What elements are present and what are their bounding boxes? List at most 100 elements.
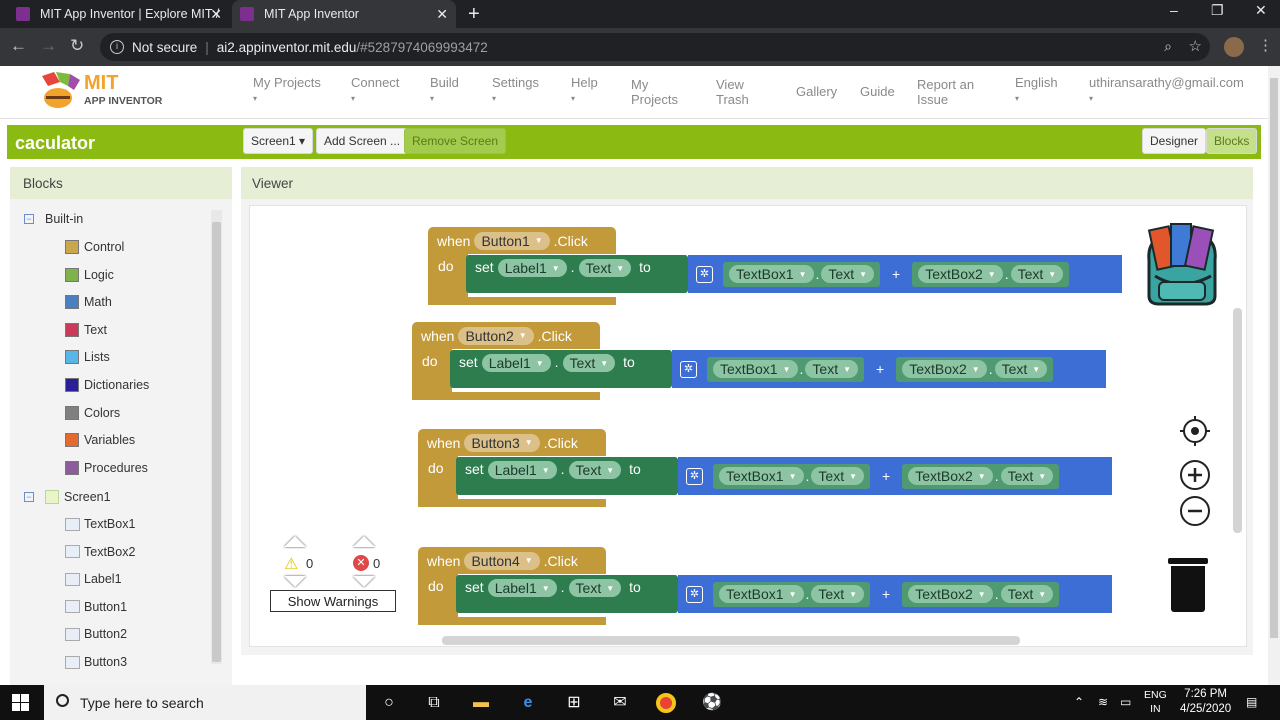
menu-settings[interactable]: Settings ▾: [492, 75, 539, 106]
link-report-issue[interactable]: Report an Issue: [917, 77, 974, 107]
component-textbox1[interactable]: TextBox1: [65, 517, 135, 531]
drawer-lists[interactable]: Lists: [65, 350, 110, 365]
menu-account[interactable]: uthiransarathy@gmail.com ▾: [1089, 75, 1244, 106]
property-b-dropdown[interactable]: Text ▼: [994, 360, 1048, 378]
info-icon[interactable]: i: [110, 40, 124, 54]
mutator-gear-icon[interactable]: ✲: [686, 467, 703, 485]
drawer-variables[interactable]: Variables: [65, 433, 135, 448]
reload-icon[interactable]: ↻: [70, 36, 84, 56]
mutator-gear-icon[interactable]: ✲: [680, 360, 697, 378]
minimize-button[interactable]: –: [1170, 2, 1178, 18]
blocks-workspace[interactable]: when Button1 ▼ .Click do set Label1 ▼. Text ▼ to ✲ T…: [249, 205, 1247, 647]
tree-builtin[interactable]: − Built-in: [24, 212, 83, 226]
link-view-trash[interactable]: View Trash: [716, 77, 749, 107]
workspace-vertical-scrollbar[interactable]: [1233, 308, 1242, 533]
set-property-block[interactable]: set Label1 ▼. Text ▼ to: [456, 457, 678, 495]
new-tab-button[interactable]: +: [468, 3, 480, 26]
tree-screen1[interactable]: − Screen1: [24, 490, 111, 504]
getter-block-b[interactable]: TextBox2 ▼. Text ▼: [912, 261, 1070, 287]
target-component-dropdown[interactable]: Label1 ▼: [487, 461, 557, 479]
drawer-logic[interactable]: Logic: [65, 267, 114, 282]
menu-my-projects[interactable]: My Projects ▾: [253, 75, 321, 106]
component-dropdown[interactable]: Button4 ▼: [464, 551, 540, 570]
drawer-dictionaries[interactable]: Dictionaries: [65, 378, 149, 392]
getter-block-a[interactable]: TextBox1 ▼. Text ▼: [713, 463, 871, 489]
windows-start-icon[interactable]: [12, 694, 29, 711]
property-b-dropdown[interactable]: Text ▼: [1010, 265, 1064, 283]
link-my-projects[interactable]: My Projects: [631, 77, 678, 107]
component-button3[interactable]: Button3: [65, 655, 127, 669]
address-bar[interactable]: i Not secure | ai2.appinventor.mit.edu /…: [100, 33, 1210, 61]
set-property-block[interactable]: set Label1 ▼. Text ▼ to: [450, 350, 672, 388]
menu-help[interactable]: Help ▾: [571, 75, 598, 106]
browser-tab-app-inventor[interactable]: MIT App Inventor ✕: [232, 0, 456, 28]
task-view-icon[interactable]: ⧉: [424, 693, 444, 713]
show-warnings-button[interactable]: Show Warnings: [270, 590, 396, 612]
file-explorer-icon[interactable]: ▬: [471, 693, 491, 713]
component-a-dropdown[interactable]: TextBox1 ▼: [713, 360, 798, 378]
property-dropdown[interactable]: Text ▼: [578, 259, 632, 277]
error-next-arrow-icon[interactable]: [353, 576, 375, 587]
backpack-icon[interactable]: [1135, 220, 1227, 306]
close-tab-icon[interactable]: ✕: [210, 6, 222, 23]
property-b-dropdown[interactable]: Text ▼: [1000, 467, 1054, 485]
target-component-dropdown[interactable]: Label1 ▼: [487, 579, 557, 597]
component-dropdown[interactable]: Button3 ▼: [464, 433, 540, 452]
browser-menu-icon[interactable]: ⋮: [1258, 36, 1273, 54]
property-b-dropdown[interactable]: Text ▼: [1000, 585, 1054, 603]
drawer-procedures[interactable]: Procedures: [65, 460, 148, 475]
component-button1[interactable]: Button1: [65, 600, 127, 614]
menu-language[interactable]: English ▾: [1015, 75, 1058, 106]
add-screen-button[interactable]: Add Screen ...: [316, 128, 409, 154]
warning-next-arrow-icon[interactable]: [284, 576, 306, 587]
profile-avatar[interactable]: [1224, 37, 1244, 57]
link-guide[interactable]: Guide: [860, 84, 895, 99]
event-header[interactable]: when Button2 ▼ .Click: [412, 322, 600, 349]
set-property-block[interactable]: set Label1 ▼. Text ▼ to: [466, 255, 688, 293]
back-arrow-icon[interactable]: ←: [10, 36, 27, 56]
target-component-dropdown[interactable]: Label1 ▼: [497, 259, 567, 277]
trash-icon[interactable]: [1168, 558, 1208, 612]
component-b-dropdown[interactable]: TextBox2 ▼: [918, 265, 1003, 283]
component-a-dropdown[interactable]: TextBox1 ▼: [729, 265, 814, 283]
component-b-dropdown[interactable]: TextBox2 ▼: [908, 467, 993, 485]
drawer-text[interactable]: Text: [65, 322, 107, 337]
component-dropdown[interactable]: Button2 ▼: [458, 326, 534, 345]
component-dropdown[interactable]: Button1 ▼: [474, 231, 550, 250]
getter-block-b[interactable]: TextBox2 ▼. Text ▼: [902, 581, 1060, 607]
getter-block-a[interactable]: TextBox1 ▼. Text ▼: [713, 581, 871, 607]
zoom-in-icon[interactable]: [1179, 459, 1211, 491]
menu-build[interactable]: Build ▾: [430, 75, 459, 106]
component-b-dropdown[interactable]: TextBox2 ▼: [902, 360, 987, 378]
chrome-icon[interactable]: [656, 693, 676, 713]
error-prev-arrow-icon[interactable]: [353, 536, 375, 547]
tree-scrollbar[interactable]: [211, 210, 222, 664]
getter-block-a[interactable]: TextBox1 ▼. Text ▼: [723, 261, 881, 287]
property-a-dropdown[interactable]: Text ▼: [811, 467, 865, 485]
event-header[interactable]: when Button4 ▼ .Click: [418, 547, 606, 574]
zoom-icon[interactable]: ⌕: [1164, 38, 1172, 55]
language-indicator[interactable]: ENG IN: [1144, 688, 1167, 716]
zoom-out-icon[interactable]: [1179, 495, 1211, 527]
join-block[interactable]: ✲ TextBox1 ▼. Text ▼ + TextBox2 ▼. Text ▼: [688, 255, 1122, 293]
link-gallery[interactable]: Gallery: [796, 84, 837, 99]
component-a-dropdown[interactable]: TextBox1 ▼: [719, 467, 804, 485]
component-textbox2[interactable]: TextBox2: [65, 545, 135, 559]
join-block[interactable]: ✲ TextBox1 ▼. Text ▼ + TextBox2 ▼. Text ▼: [672, 350, 1106, 388]
mutator-gear-icon[interactable]: ✲: [686, 585, 703, 603]
getter-block-a[interactable]: TextBox1 ▼. Text ▼: [707, 356, 865, 382]
warning-prev-arrow-icon[interactable]: [284, 536, 306, 547]
property-a-dropdown[interactable]: Text ▼: [811, 585, 865, 603]
drawer-control[interactable]: Control: [65, 240, 124, 254]
property-dropdown[interactable]: Text ▼: [568, 461, 622, 479]
drawer-math[interactable]: Math: [65, 295, 112, 310]
mutator-gear-icon[interactable]: ✲: [696, 265, 713, 283]
component-a-dropdown[interactable]: TextBox1 ▼: [719, 585, 804, 603]
component-label1[interactable]: Label1: [65, 572, 122, 586]
maximize-button[interactable]: ❐: [1211, 2, 1224, 19]
store-icon[interactable]: ⊞: [564, 693, 584, 713]
event-header[interactable]: when Button3 ▼ .Click: [418, 429, 606, 456]
recenter-icon[interactable]: [1179, 415, 1211, 447]
blocks-button[interactable]: Blocks: [1206, 128, 1258, 154]
collapse-icon[interactable]: −: [24, 492, 34, 502]
